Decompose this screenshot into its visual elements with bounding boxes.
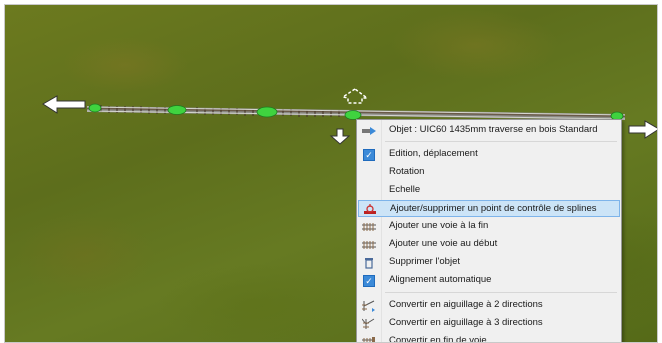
viewport-3d[interactable]: Objet : UIC60 1435mm traverse en bois St… <box>4 4 658 343</box>
menu-item-label: Edition, déplacement <box>389 148 478 159</box>
menu-item-label: Convertir en aiguillage à 2 directions <box>389 299 543 310</box>
menu-item-auto-align[interactable]: ✓ Alignement automatique <box>358 272 620 289</box>
trash-icon <box>362 256 376 269</box>
menu-item-label: Convertir en aiguillage à 3 directions <box>389 317 543 328</box>
move-arrow-down-icon[interactable] <box>329 128 351 145</box>
menu-item-label: Convertir en fin de voie <box>389 335 487 343</box>
move-arrow-left-icon[interactable] <box>42 95 86 114</box>
menu-item-add-track-start[interactable]: Ajouter une voie au début <box>358 236 620 253</box>
menu-header: Objet : UIC60 1435mm traverse en bois St… <box>358 122 620 139</box>
track-segment-icon <box>362 238 376 251</box>
menu-item-spline-point[interactable]: Ajouter/supprimer un point de contrôle d… <box>358 200 620 217</box>
context-menu: Objet : UIC60 1435mm traverse en bois St… <box>356 119 622 343</box>
menu-item-convert-track-end[interactable]: Convertir en fin de voie <box>358 333 620 343</box>
menu-separator <box>385 141 617 142</box>
spline-point-icon <box>363 203 377 216</box>
menu-item-delete-object[interactable]: Supprimer l'objet <box>358 254 620 271</box>
menu-item-label: Alignement automatique <box>389 274 492 285</box>
check-icon: ✓ <box>362 274 376 287</box>
menu-item-label: Echelle <box>389 184 421 195</box>
menu-item-label: Ajouter une voie au début <box>389 238 498 249</box>
menu-item-label: Supprimer l'objet <box>389 256 460 267</box>
check-icon: ✓ <box>362 148 376 161</box>
track-end-icon <box>362 335 376 342</box>
menu-item-edit-move[interactable]: ✓ Edition, déplacement <box>358 146 620 163</box>
switch-2way-icon <box>362 299 376 312</box>
menu-item-convert-switch-2[interactable]: Convertir en aiguillage à 2 directions <box>358 297 620 314</box>
move-arrow-right-icon[interactable] <box>628 120 658 139</box>
menu-item-label: Rotation <box>389 166 425 177</box>
object-track-icon <box>362 124 376 137</box>
track-segment-icon <box>362 220 376 233</box>
menu-item-scale[interactable]: Echelle <box>358 182 620 199</box>
menu-separator <box>385 292 617 293</box>
menu-item-rotation[interactable]: Rotation <box>358 164 620 181</box>
switch-3way-icon <box>362 317 376 330</box>
menu-item-label: Ajouter/supprimer un point de contrôle d… <box>390 203 597 214</box>
menu-header-label: Objet : UIC60 1435mm traverse en bois St… <box>389 124 598 135</box>
rotate-arrow-icon[interactable] <box>341 88 370 104</box>
menu-item-convert-switch-3[interactable]: Convertir en aiguillage à 3 directions <box>358 315 620 332</box>
rail-track[interactable] <box>87 102 625 120</box>
menu-item-label: Ajouter une voie à la fin <box>389 220 489 231</box>
menu-item-add-track-end[interactable]: Ajouter une voie à la fin <box>358 218 620 235</box>
